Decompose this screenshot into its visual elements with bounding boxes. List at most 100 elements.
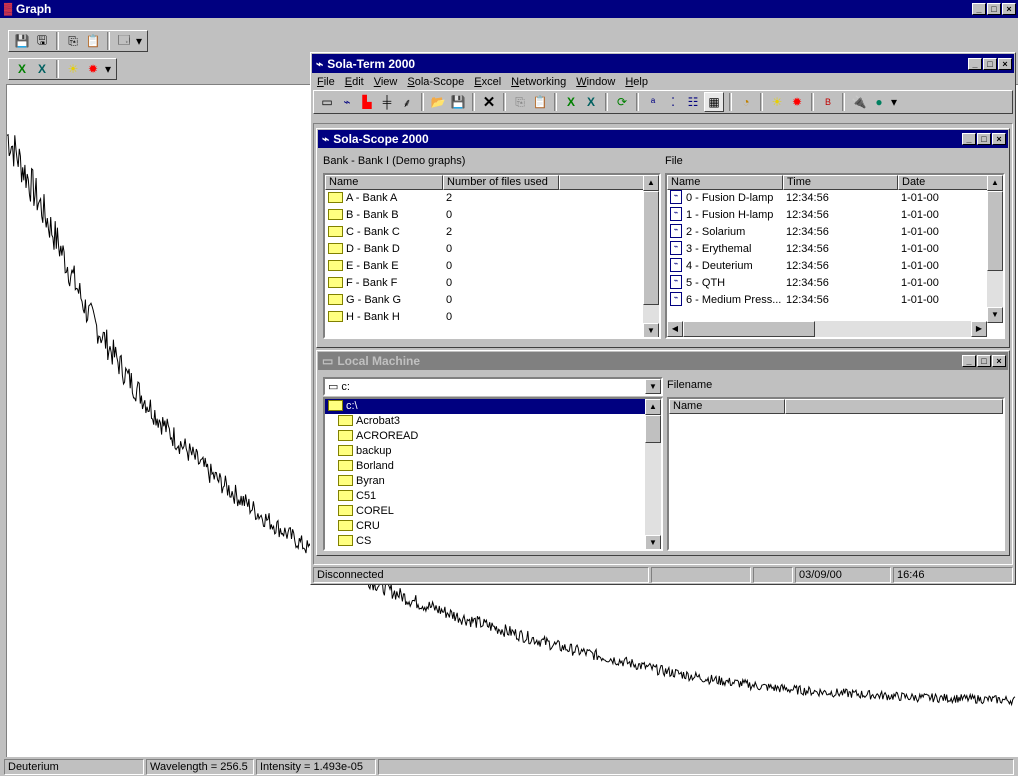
folder-item[interactable]: CRU <box>325 519 661 534</box>
connect-plug-icon[interactable]: 🔌 <box>850 93 868 111</box>
drive-icon[interactable]: ▭ <box>318 93 336 111</box>
list-item[interactable]: ⌁ 2 - Solarium 12:34:56 1-01-00 <box>667 224 1003 241</box>
sola-scope-titlebar[interactable]: ⌁ Sola-Scope 2000 _ □ × <box>318 130 1008 148</box>
folder-item[interactable]: Byran <box>325 474 661 489</box>
local-machine-titlebar[interactable]: ▭ Local Machine _ □ × <box>318 352 1008 370</box>
col-files-used-header[interactable]: Number of files used <box>443 175 559 190</box>
menu-excel[interactable]: Excel <box>474 76 501 88</box>
save-as-icon[interactable]: 🖫 <box>33 32 51 50</box>
folder-item[interactable]: COREL <box>325 504 661 519</box>
scroll-thumb[interactable] <box>645 415 661 443</box>
large-icons-icon[interactable]: ᵃ <box>644 93 662 111</box>
graph-icon[interactable]: ▙ <box>358 93 376 111</box>
list-item[interactable]: C - Bank C 2 <box>325 224 659 241</box>
list-item[interactable]: ⌁ 5 - QTH 12:34:56 1-01-00 <box>667 275 1003 292</box>
folder-item[interactable]: backup <box>325 444 661 459</box>
list-item[interactable]: ⌁ 1 - Fusion H-lamp 12:34:56 1-01-00 <box>667 207 1003 224</box>
details-view-icon[interactable]: ▦ <box>704 92 724 112</box>
list-item[interactable]: G - Bank G 0 <box>325 292 659 309</box>
small-icons-icon[interactable]: ⁚ <box>664 93 682 111</box>
menu-networking[interactable]: Networking <box>511 76 566 88</box>
refresh-icon[interactable]: ⟳ <box>613 93 631 111</box>
list-item[interactable]: D - Bank D 0 <box>325 241 659 258</box>
dropdown-arrow-icon[interactable]: ▾ <box>890 93 898 111</box>
lamp-on-icon[interactable]: ☀ <box>64 60 82 78</box>
menu-edit[interactable]: Edit <box>345 76 364 88</box>
folder-item[interactable]: C51 <box>325 489 661 504</box>
scroll-up-button[interactable]: ▲ <box>987 175 1003 191</box>
dropdown-arrow-icon[interactable]: ▾ <box>104 60 112 78</box>
maximize-button[interactable]: □ <box>987 3 1001 15</box>
lamp-red-icon[interactable]: ✹ <box>788 93 806 111</box>
maximize-button[interactable]: □ <box>977 133 991 145</box>
minimize-button[interactable]: _ <box>968 57 982 70</box>
col-name-header[interactable]: Name <box>325 175 443 190</box>
scroll-right-button[interactable]: ▶ <box>971 321 987 337</box>
save-icon[interactable]: 💾 <box>13 32 31 50</box>
close-button[interactable]: × <box>992 355 1006 367</box>
hscroll-thumb[interactable] <box>683 321 815 337</box>
files-list[interactable]: Name Time Date ⌁ 0 - Fusion D-lamp 12:34:5… <box>665 173 1005 339</box>
scroll-thumb[interactable] <box>987 191 1003 271</box>
list-item[interactable]: ⌁ 4 - Deuterium 12:34:56 1-01-00 <box>667 258 1003 275</box>
excel-export-icon[interactable]: X <box>13 60 31 78</box>
excel-export-icon[interactable]: X <box>562 93 580 111</box>
files-vscrollbar[interactable]: ▲ ▼ <box>987 175 1003 323</box>
folder-list[interactable]: c:\ Acrobat3 ACROREAD backup Borland Byran C5… <box>323 397 663 551</box>
drive-select[interactable]: ▭ c: ▼ <box>323 377 663 396</box>
menu-view[interactable]: View <box>374 76 398 88</box>
menu-window[interactable]: Window <box>576 76 615 88</box>
scroll-up-button[interactable]: ▲ <box>643 175 659 191</box>
paste-icon[interactable]: 📋 <box>531 93 549 111</box>
close-button[interactable]: × <box>1002 3 1016 15</box>
lamp-on-icon[interactable]: ☀ <box>768 93 786 111</box>
properties-icon[interactable]: 🗔 <box>115 32 133 50</box>
files-hscrollbar[interactable]: ◀ ▶ <box>667 321 987 337</box>
dropdown-arrow-icon[interactable]: ▼ <box>645 379 661 394</box>
list-item[interactable]: H - Bank H 0 <box>325 309 659 326</box>
folder-item[interactable]: ACROREAD <box>325 429 661 444</box>
close-button[interactable]: × <box>992 133 1006 145</box>
list-item[interactable]: ⌁ 3 - Erythemal 12:34:56 1-01-00 <box>667 241 1003 258</box>
minimize-button[interactable]: _ <box>962 133 976 145</box>
minimize-button[interactable]: _ <box>962 355 976 367</box>
minimize-button[interactable]: _ <box>972 3 986 15</box>
scroll-up-button[interactable]: ▲ <box>645 399 661 415</box>
folder-root[interactable]: c:\ <box>325 399 645 414</box>
network-globe-icon[interactable]: ● <box>870 93 888 111</box>
scroll-down-button[interactable]: ▼ <box>643 323 659 337</box>
folder-vscrollbar[interactable]: ▲ ▼ <box>645 399 661 549</box>
delete-icon[interactable]: ✕ <box>480 93 498 111</box>
banks-list[interactable]: Name Number of files used A - Bank A 2 B -… <box>323 173 661 339</box>
scroll-thumb[interactable] <box>643 191 659 305</box>
open-folder-icon[interactable]: 📂 <box>429 93 447 111</box>
list-item[interactable]: A - Bank A 2 <box>325 190 659 207</box>
dropdown-arrow-icon[interactable]: ▾ <box>135 32 143 50</box>
list-item[interactable]: E - Bank E 0 <box>325 258 659 275</box>
col-name-header[interactable]: Name <box>667 175 783 190</box>
list-item[interactable]: ⌁ 0 - Fusion D-lamp 12:34:56 1-01-00 <box>667 190 1003 207</box>
folder-item[interactable]: Acrobat3 <box>325 414 661 429</box>
scope-icon[interactable]: ⌁ <box>338 93 356 111</box>
menu-file[interactable]: File <box>317 76 335 88</box>
list-item[interactable]: ⌁ 6 - Medium Press... 12:34:56 1-01-00 <box>667 292 1003 309</box>
folder-item[interactable]: Borland <box>325 459 661 474</box>
gauge-icon[interactable]: ◔ <box>737 93 755 111</box>
list-item[interactable]: B - Bank B 0 <box>325 207 659 224</box>
graph-titlebar[interactable]: ▓ Graph _ □ × <box>0 0 1018 18</box>
banks-vscrollbar[interactable]: ▲ ▼ <box>643 175 659 337</box>
merge-icon[interactable]: ⸙ <box>398 93 416 111</box>
col-name-header[interactable]: Name <box>669 399 785 414</box>
menu-help[interactable]: Help <box>625 76 648 88</box>
save-icon[interactable]: 💾 <box>449 93 467 111</box>
scroll-down-button[interactable]: ▼ <box>987 307 1003 323</box>
menu-sola-scope[interactable]: Sola-Scope <box>407 76 464 88</box>
excel-import-icon[interactable]: X <box>33 60 51 78</box>
scroll-left-button[interactable]: ◀ <box>667 321 683 337</box>
copy-icon[interactable]: ⎘ <box>511 93 529 111</box>
close-button[interactable]: × <box>998 57 1012 70</box>
paste-icon[interactable]: 📋 <box>84 32 102 50</box>
list-item[interactable]: F - Bank F 0 <box>325 275 659 292</box>
split-icon[interactable]: ╪ <box>378 93 396 111</box>
scroll-down-button[interactable]: ▼ <box>645 535 661 549</box>
